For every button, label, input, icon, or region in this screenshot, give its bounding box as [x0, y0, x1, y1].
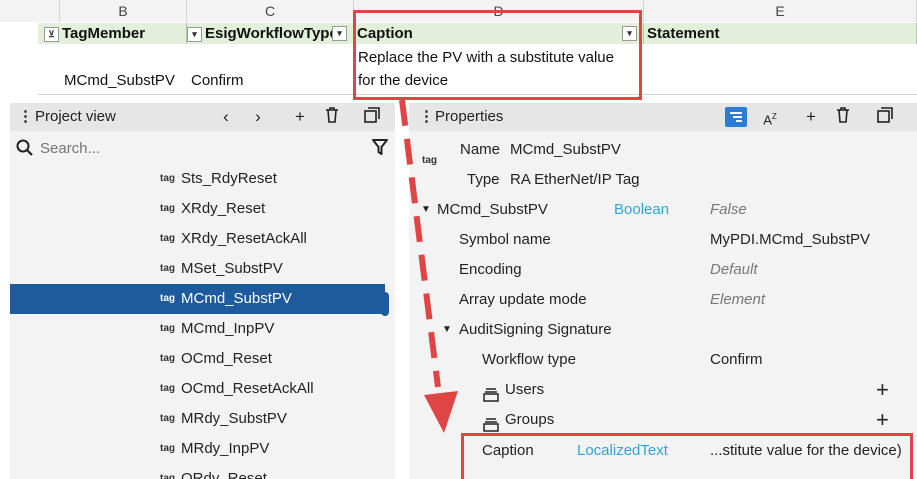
- sort-az-icon[interactable]: AZ: [759, 107, 781, 127]
- tree-item-selected[interactable]: tag MCmd_SubstPV: [10, 284, 385, 314]
- property-row[interactable]: Array update mode Element: [409, 285, 909, 315]
- tag-icon: tag: [160, 173, 175, 184]
- property-value[interactable]: MyPDI.MCmd_SubstPV: [710, 225, 870, 255]
- tree-item[interactable]: tag OCmd_ResetAckAll: [10, 374, 385, 404]
- panel-title: Project view: [35, 108, 116, 125]
- tag-icon: tag: [160, 293, 175, 304]
- categorized-view-icon[interactable]: [725, 107, 747, 127]
- drag-handle-icon[interactable]: ⋮: [18, 103, 33, 131]
- group-value[interactable]: False: [710, 195, 747, 225]
- tag-icon: tag: [160, 353, 175, 364]
- tag-tree: tag Sts_RdyReset tag XRdy_Reset tag XRdy_Re…: [10, 164, 395, 479]
- project-view-panel: ⋮ Project view ‹ › + tag Sts_RdyReset tag…: [10, 103, 395, 479]
- search-icon: [16, 139, 33, 161]
- tag-icon: tag: [160, 413, 175, 424]
- tree-item[interactable]: tag MRdy_InpPV: [10, 434, 385, 464]
- tag-icon: tag: [160, 323, 175, 334]
- tree-item[interactable]: tag XRdy_Reset: [10, 194, 385, 224]
- filter-dropdown-icon[interactable]: ▾: [332, 26, 347, 41]
- tree-item-label: MCmd_InpPV: [181, 320, 275, 337]
- tree-item-label: OCmd_ResetAckAll: [181, 380, 314, 397]
- tag-icon: tag: [160, 263, 175, 274]
- header-cell-esigworkflowtype: ▾ EsigWorkflowType ▾: [187, 23, 354, 44]
- header-label: TagMember: [62, 25, 146, 42]
- cell-tagmember[interactable]: MCmd_SubstPV: [64, 72, 175, 89]
- column-header-c[interactable]: C: [187, 0, 354, 22]
- tag-icon: tag: [160, 443, 175, 454]
- add-icon[interactable]: +: [801, 107, 821, 127]
- tree-item[interactable]: tag ORdy_Reset: [10, 464, 385, 479]
- tree-item-label: XRdy_ResetAckAll: [181, 230, 307, 247]
- search-bar: [10, 134, 395, 162]
- workflow-label: Workflow type: [482, 351, 576, 368]
- header-cell-statement: Statement: [644, 23, 917, 44]
- workflow-value[interactable]: Confirm: [710, 345, 763, 375]
- groups-label: Groups: [505, 411, 555, 428]
- workflow-row[interactable]: Workflow type Confirm: [409, 345, 909, 375]
- tree-item[interactable]: tag XRdy_ResetAckAll: [10, 224, 385, 254]
- name-row: Name MCmd_SubstPV: [409, 135, 909, 165]
- header-cell-tagmember: ⊻ TagMember: [38, 23, 187, 44]
- tree-item-label: Sts_RdyReset: [181, 170, 277, 187]
- add-user-icon[interactable]: +: [876, 375, 889, 405]
- tree-item-label: MSet_SubstPV: [181, 260, 283, 277]
- header-label: Statement: [647, 25, 720, 42]
- arrow-icon: [399, 99, 458, 433]
- properties-panel: ⋮ Properties AZ + tag Name MCmd_SubstPV …: [409, 103, 917, 479]
- groups-row[interactable]: Groups +: [409, 405, 909, 435]
- tree-item-label: OCmd_Reset: [181, 350, 272, 367]
- property-value[interactable]: Default: [710, 255, 758, 285]
- tag-icon: tag: [160, 233, 175, 244]
- add-icon[interactable]: +: [290, 107, 310, 127]
- tree-item-label: MRdy_InpPV: [181, 440, 270, 457]
- project-view-header: ⋮ Project view ‹ › +: [10, 103, 395, 131]
- tree-item[interactable]: tag MCmd_InpPV: [10, 314, 385, 344]
- highlight-box-properties: [461, 433, 913, 479]
- property-row[interactable]: Symbol name MyPDI.MCmd_SubstPV: [409, 225, 909, 255]
- property-value[interactable]: Element: [710, 285, 765, 315]
- tree-item[interactable]: tag MRdy_SubstPV: [10, 404, 385, 434]
- highlight-box-spreadsheet: [353, 10, 642, 100]
- tree-item-label: MCmd_SubstPV: [181, 290, 292, 307]
- users-row[interactable]: Users +: [409, 375, 909, 405]
- property-group-row[interactable]: ▼ MCmd_SubstPV Boolean False: [409, 195, 909, 225]
- audit-group-label: AuditSigning Signature: [459, 321, 612, 338]
- tree-item-label: ORdy_Reset: [181, 470, 267, 479]
- trash-icon[interactable]: [322, 107, 342, 127]
- trash-icon[interactable]: [833, 107, 853, 127]
- column-corner: [0, 0, 60, 22]
- tag-icon: tag: [160, 203, 175, 214]
- tree-item[interactable]: tag MSet_SubstPV: [10, 254, 385, 284]
- name-value[interactable]: MCmd_SubstPV: [510, 135, 621, 165]
- copy-window-icon[interactable]: [875, 107, 895, 127]
- type-row: Type RA EtherNet/IP Tag: [409, 165, 909, 195]
- tag-icon: tag: [160, 473, 175, 479]
- tree-item[interactable]: tag Sts_RdyReset: [10, 164, 385, 194]
- tree-item[interactable]: tag OCmd_Reset: [10, 344, 385, 374]
- property-row[interactable]: Encoding Default: [409, 255, 909, 285]
- copy-window-icon[interactable]: [362, 107, 382, 127]
- users-label: Users: [505, 381, 545, 398]
- filter-dropdown-icon[interactable]: ▾: [187, 26, 202, 42]
- properties-header: ⋮ Properties AZ +: [409, 103, 917, 131]
- tag-icon: tag: [160, 383, 175, 394]
- add-group-icon[interactable]: +: [876, 405, 889, 435]
- cell-esigworkflowtype[interactable]: Confirm: [191, 72, 244, 89]
- column-header-b[interactable]: B: [60, 0, 187, 22]
- type-value: RA EtherNet/IP Tag: [510, 171, 640, 188]
- column-header-e[interactable]: E: [644, 0, 917, 22]
- header-label: EsigWorkflowType: [205, 25, 338, 42]
- tree-item-label: MRdy_SubstPV: [181, 410, 287, 427]
- audit-group-row[interactable]: ▼ AuditSigning Signature: [409, 315, 909, 345]
- search-input[interactable]: [40, 137, 360, 159]
- chevron-left-icon[interactable]: ‹: [218, 107, 234, 127]
- chevron-right-icon[interactable]: ›: [250, 107, 266, 127]
- filter-active-icon[interactable]: ⊻: [44, 26, 59, 42]
- group-type: Boolean: [614, 201, 670, 218]
- tree-item-label: XRdy_Reset: [181, 200, 266, 217]
